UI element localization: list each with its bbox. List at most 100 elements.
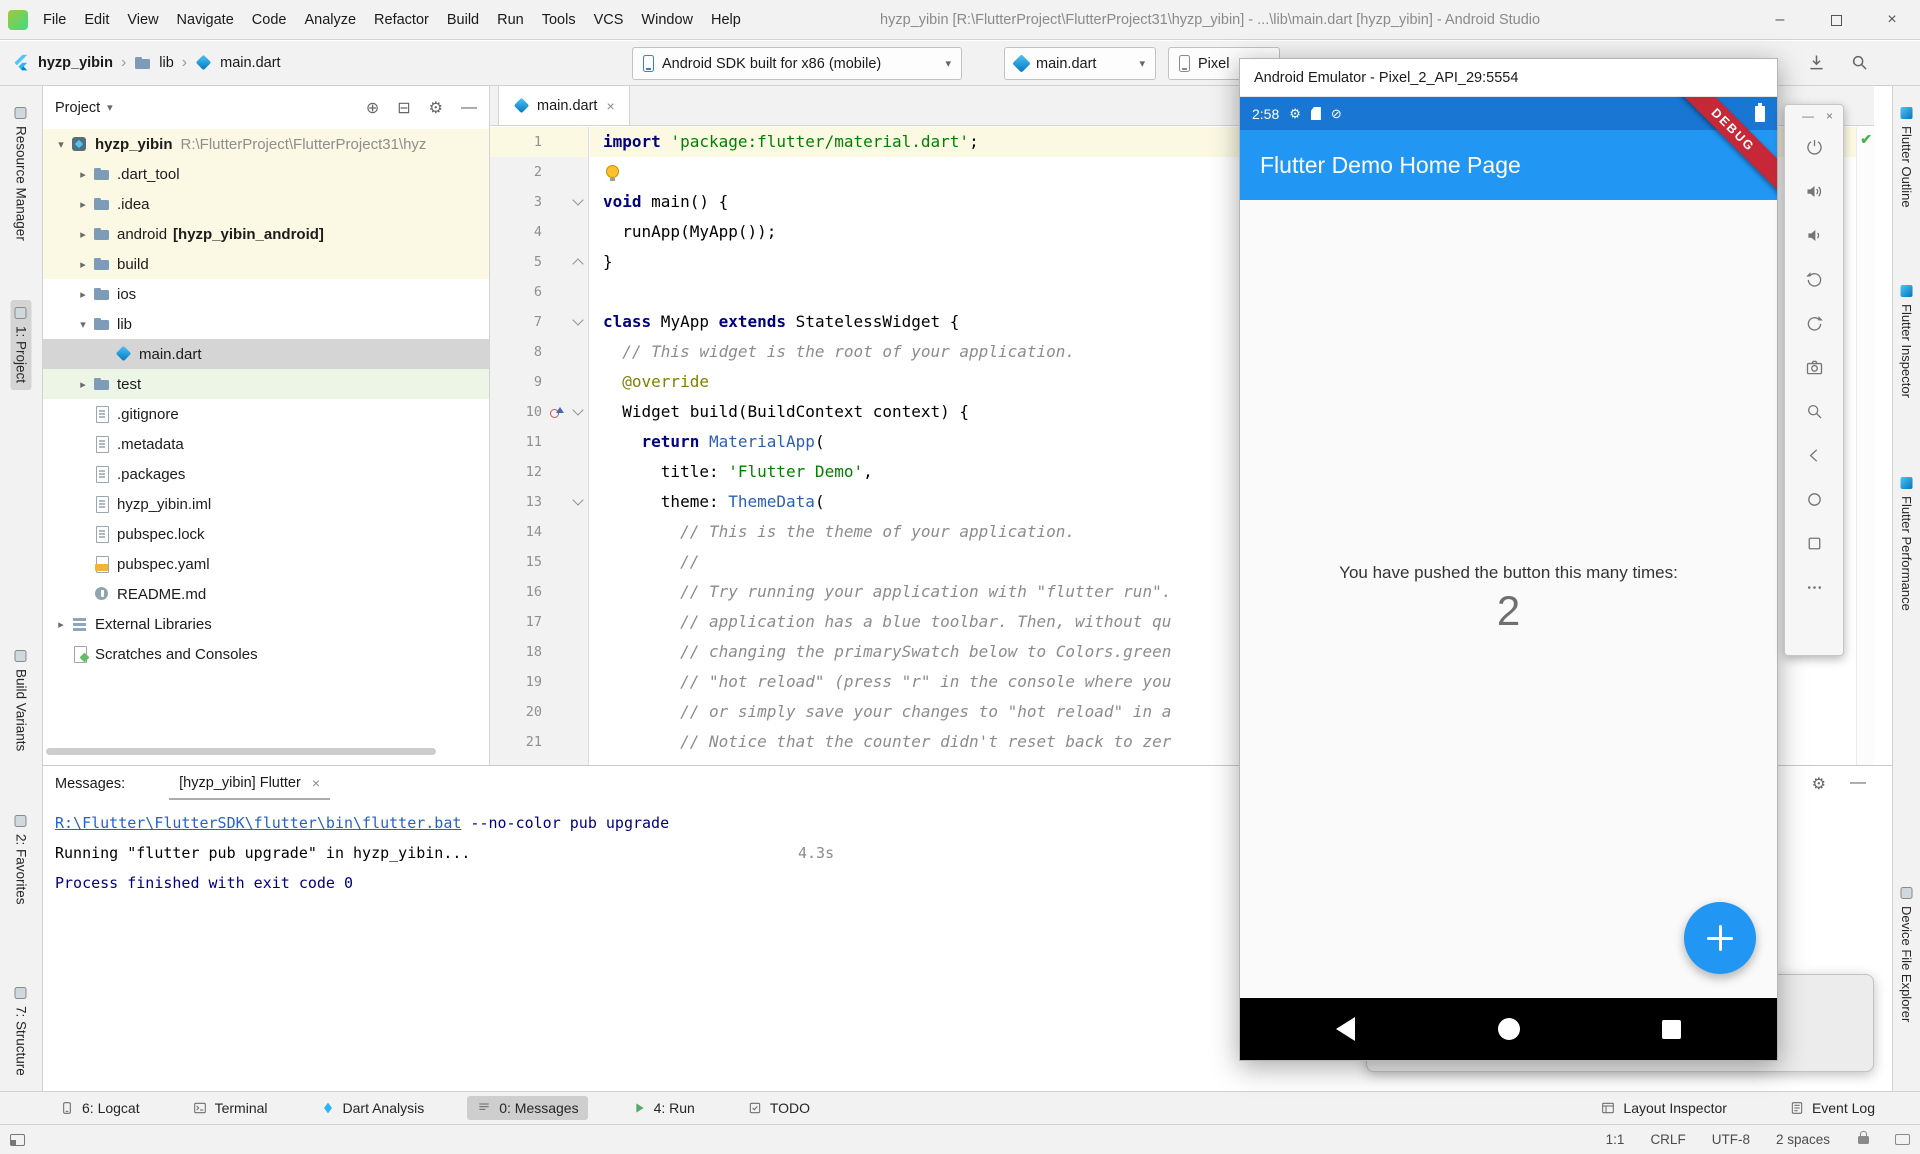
tool-dart-analysis[interactable]: Dart Analysis (311, 1096, 434, 1120)
tree-item-hyzp-yibin[interactable]: ▾hyzp_yibin R:\FlutterProject\FlutterPro… (43, 129, 489, 159)
stripe-1-project[interactable]: 1: Project (11, 300, 32, 390)
gear-icon[interactable]: ⚙ (1812, 774, 1826, 794)
breadcrumb-project[interactable]: hyzp_yibin (38, 55, 113, 71)
device-selector[interactable]: Android SDK built for x86 (mobile) ▾ (632, 47, 962, 80)
tree-item-dart-tool[interactable]: ▸.dart_tool (43, 159, 489, 189)
emulator-screen[interactable]: 2:58 ⚙ ⊘ Flutter Demo Home Page DEBUG Yo… (1240, 97, 1777, 1060)
tree-item-pubspec-lock[interactable]: pubspec.lock (43, 519, 489, 549)
fold-down-icon[interactable] (572, 194, 583, 205)
menu-window[interactable]: Window (632, 9, 702, 31)
maximize-icon[interactable] (1808, 0, 1864, 40)
stripe-flutter-outline[interactable]: Flutter Outline (1896, 100, 1917, 215)
zoom-icon[interactable] (1785, 389, 1843, 433)
stripe-device-file-explorer[interactable]: Device File Explorer (1896, 880, 1917, 1029)
minimize-icon[interactable]: – (1752, 0, 1808, 40)
menu-view[interactable]: View (118, 9, 167, 31)
tree-right-arrow-icon[interactable]: ▸ (73, 228, 93, 241)
tool-6-logcat[interactable]: 6: Logcat (50, 1096, 149, 1120)
fold-down-icon[interactable] (572, 494, 583, 505)
search-icon[interactable] (1849, 52, 1870, 78)
stripe-resource-manager[interactable]: Resource Manager (11, 100, 32, 248)
tree-right-arrow-icon[interactable]: ▸ (73, 258, 93, 271)
horizontal-scrollbar[interactable] (46, 748, 436, 755)
home-icon[interactable] (1785, 477, 1843, 521)
menu-navigate[interactable]: Navigate (168, 9, 243, 31)
tree-item-gitignore[interactable]: .gitignore (43, 399, 489, 429)
volume-up-icon[interactable] (1785, 169, 1843, 213)
update-project-icon[interactable] (1806, 52, 1827, 78)
tree-down-arrow-icon[interactable]: ▾ (51, 138, 71, 151)
tree-right-arrow-icon[interactable]: ▸ (73, 198, 93, 211)
fab-increment-button[interactable] (1684, 902, 1756, 974)
run-config-selector[interactable]: main.dart ▾ (1004, 47, 1156, 80)
menu-analyze[interactable]: Analyze (295, 9, 365, 31)
messages-flutter-tab[interactable]: [hyzp_yibin] Flutter × (169, 768, 330, 800)
tool-todo[interactable]: TODO (738, 1096, 819, 1120)
back-icon[interactable] (1785, 433, 1843, 477)
stripe-flutter-performance[interactable]: Flutter Performance (1896, 470, 1917, 618)
tree-item-metadata[interactable]: .metadata (43, 429, 489, 459)
close-icon[interactable]: × (1864, 0, 1920, 40)
nav-overview-icon[interactable] (1662, 1020, 1681, 1039)
tree-right-arrow-icon[interactable]: ▸ (73, 288, 93, 301)
tool-0-messages[interactable]: 0: Messages (467, 1096, 587, 1120)
tree-item-idea[interactable]: ▸.idea (43, 189, 489, 219)
tree-item-packages[interactable]: .packages (43, 459, 489, 489)
tree-right-arrow-icon[interactable]: ▸ (51, 618, 71, 631)
overview-icon[interactable] (1785, 521, 1843, 565)
status-utf-8[interactable]: UTF-8 (1712, 1132, 1750, 1147)
tool-layout-inspector[interactable]: Layout Inspector (1591, 1096, 1736, 1120)
menu-vcs[interactable]: VCS (585, 9, 633, 31)
tree-right-arrow-icon[interactable]: ▸ (73, 378, 93, 391)
stripe-flutter-inspector[interactable]: Flutter Inspector (1896, 278, 1917, 405)
tool-event-log[interactable]: Event Log (1780, 1096, 1884, 1120)
tree-item-build[interactable]: ▸build (43, 249, 489, 279)
gear-icon[interactable]: ⚙ (429, 98, 443, 118)
menu-build[interactable]: Build (438, 9, 488, 31)
screen-layout-icon[interactable] (1895, 1134, 1910, 1145)
tree-item-android[interactable]: ▸android [hyzp_yibin_android] (43, 219, 489, 249)
menu-file[interactable]: File (34, 9, 75, 31)
breadcrumb-folder[interactable]: lib (159, 55, 174, 71)
stripe-build-variants[interactable]: Build Variants (11, 643, 32, 758)
more-icon[interactable] (1785, 565, 1843, 609)
rotate-right-icon[interactable] (1785, 301, 1843, 345)
tree-item-test[interactable]: ▸test (43, 369, 489, 399)
fold-down-icon[interactable] (572, 314, 583, 325)
locate-file-icon[interactable]: ⊕ (366, 98, 379, 118)
menu-edit[interactable]: Edit (75, 9, 118, 31)
tree-item-main-dart[interactable]: main.dart (43, 339, 489, 369)
power-icon[interactable] (1785, 125, 1843, 169)
rotate-left-icon[interactable] (1785, 257, 1843, 301)
status-2-spaces[interactable]: 2 spaces (1776, 1132, 1830, 1147)
menu-refactor[interactable]: Refactor (365, 9, 438, 31)
tab-close-icon[interactable]: × (606, 98, 614, 114)
tab-main-dart[interactable]: main.dart × (498, 86, 630, 125)
tree-item-hyzp-yibin-iml[interactable]: hyzp_yibin.iml (43, 489, 489, 519)
tree-item-scratches-and-consoles[interactable]: Scratches and Consoles (43, 639, 489, 669)
inspection-ok-icon[interactable]: ✔ (1860, 131, 1872, 148)
status-crlf[interactable]: CRLF (1650, 1132, 1685, 1147)
tool-4-run[interactable]: 4: Run (622, 1096, 704, 1120)
lock-icon[interactable] (1858, 1136, 1869, 1144)
menu-code[interactable]: Code (243, 9, 296, 31)
fold-down-icon[interactable] (572, 404, 583, 415)
hide-panel-icon[interactable]: — (461, 99, 477, 117)
hide-panel-icon[interactable]: — (1850, 774, 1866, 794)
stripe-7-structure[interactable]: 7: Structure (11, 980, 32, 1083)
nav-back-icon[interactable] (1336, 1017, 1355, 1041)
console-command-link[interactable]: R:\Flutter\FlutterSDK\flutter\bin\flutte… (55, 814, 461, 832)
tree-item-lib[interactable]: ▾lib (43, 309, 489, 339)
project-panel-title[interactable]: Project (55, 100, 100, 116)
nav-home-icon[interactable] (1498, 1018, 1520, 1040)
collapse-all-icon[interactable]: ⊟ (397, 98, 410, 118)
intention-bulb-icon[interactable] (606, 165, 619, 178)
screenshot-icon[interactable] (1785, 345, 1843, 389)
override-marker-icon[interactable] (550, 405, 564, 419)
tree-down-arrow-icon[interactable]: ▾ (73, 318, 93, 331)
stripe-2-favorites[interactable]: 2: Favorites (11, 808, 32, 912)
volume-down-icon[interactable] (1785, 213, 1843, 257)
menu-run[interactable]: Run (488, 9, 533, 31)
tab-close-icon[interactable]: × (312, 775, 320, 791)
tree-item-external-libraries[interactable]: ▸External Libraries (43, 609, 489, 639)
